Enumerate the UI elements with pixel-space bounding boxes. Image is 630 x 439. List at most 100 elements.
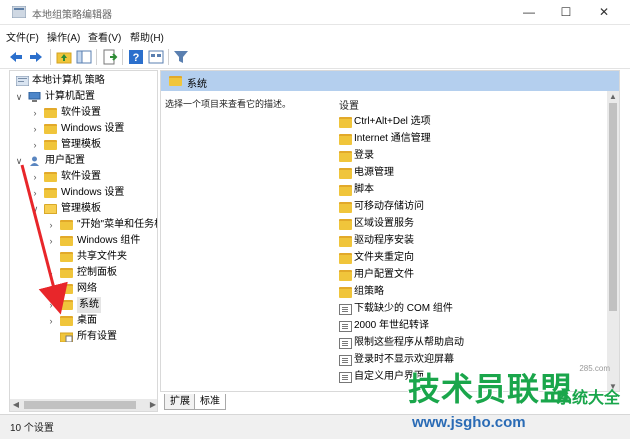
toolbar-separator <box>50 49 51 65</box>
close-button[interactable]: ✕ <box>586 0 622 25</box>
view-tabs: 扩展 标准 <box>160 394 620 412</box>
menu-help[interactable]: 帮助(H) <box>130 29 164 44</box>
expand-arrow-icon[interactable]: › <box>30 169 40 185</box>
export-list-icon[interactable] <box>102 49 118 65</box>
folder-icon <box>339 236 352 247</box>
expand-arrow-icon[interactable]: › <box>46 297 56 313</box>
details-header: 系统 <box>161 71 619 91</box>
show-hide-tree-icon[interactable] <box>76 49 92 65</box>
setting-label: Ctrl+Alt+Del 选项 <box>354 116 431 127</box>
tree-item-label: 软件设置 <box>61 107 101 118</box>
forward-arrow-icon[interactable] <box>28 49 44 65</box>
setting-label: 下载缺少的 COM 组件 <box>354 303 453 314</box>
setting-label: 自定义用户界面 <box>354 371 424 382</box>
policy-setting-icon <box>339 355 352 366</box>
computer-config-icon <box>28 92 41 102</box>
scrollbar-thumb[interactable] <box>609 103 617 311</box>
policy-computer-icon <box>16 76 29 86</box>
properties-view-icon[interactable] <box>148 49 164 65</box>
expand-arrow-icon[interactable]: › <box>30 121 40 137</box>
folder-icon <box>44 188 57 198</box>
setting-label: 登录 <box>354 150 374 161</box>
minimize-button[interactable]: — <box>511 0 547 25</box>
tree-item-label: 共享文件夹 <box>77 251 127 262</box>
menu-file[interactable]: 文件(F) <box>6 29 39 44</box>
expand-arrow-icon[interactable]: › <box>30 105 40 121</box>
scroll-right-arrow-icon[interactable]: ▶ <box>147 399 157 411</box>
folder-icon <box>60 220 73 230</box>
folder-icon <box>339 253 352 264</box>
folder-icon <box>169 76 182 86</box>
app-icon <box>12 6 26 18</box>
window-title: 本地组策略编辑器 <box>32 10 112 21</box>
tree-item-label: 控制面板 <box>77 267 117 278</box>
tree-item-label: 本地计算机 策略 <box>32 75 105 86</box>
expand-arrow-icon[interactable]: › <box>46 265 56 281</box>
tree-item-label: 计算机配置 <box>45 91 95 102</box>
tree-item-label: "开始"菜单和任务栏 <box>77 219 158 230</box>
folder-icon <box>339 134 352 145</box>
tree-item-label: Windows 组件 <box>77 235 141 246</box>
collapse-arrow-icon[interactable]: ∨ <box>14 153 24 169</box>
folder-icon <box>60 268 73 278</box>
folder-icon <box>60 300 73 310</box>
setting-label: 登录时不显示欢迎屏幕 <box>354 354 454 365</box>
expand-arrow-icon[interactable]: › <box>46 217 56 233</box>
collapse-arrow-icon[interactable]: ∨ <box>30 201 40 217</box>
scroll-down-arrow-icon[interactable]: ▼ <box>607 381 619 391</box>
tree-item-label: Windows 设置 <box>61 123 125 134</box>
tab-standard[interactable]: 标准 <box>194 394 226 410</box>
folder-icon <box>60 316 73 326</box>
menu-action[interactable]: 操作(A) <box>47 29 80 44</box>
tree-item-label: 软件设置 <box>61 171 101 182</box>
setting-label: 用户配置文件 <box>354 269 414 280</box>
folder-icon <box>44 124 57 134</box>
status-bar: 10 个设置 <box>0 414 630 439</box>
user-config-icon <box>30 156 39 166</box>
tree-horizontal-scrollbar[interactable]: ◀ ▶ <box>10 399 157 411</box>
policy-setting-icon <box>339 321 352 332</box>
folder-icon <box>339 287 352 298</box>
folder-icon <box>339 185 352 196</box>
setting-label: 可移动存储访问 <box>354 201 424 212</box>
back-arrow-icon[interactable] <box>8 49 24 65</box>
setting-label: 驱动程序安装 <box>354 235 414 246</box>
expand-arrow-icon[interactable]: › <box>46 281 56 297</box>
expand-arrow-icon[interactable]: › <box>46 313 56 329</box>
description-text: 选择一个项目来查看它的描述。 <box>165 99 292 109</box>
folder-icon <box>339 270 352 281</box>
details-pane[interactable]: 系统 选择一个项目来查看它的描述。 设置 Ctrl+Alt+Del 选项 Int… <box>160 70 620 392</box>
folder-icon <box>339 219 352 230</box>
setting-label: 区域设置服务 <box>354 218 414 229</box>
help-icon[interactable]: ? <box>128 49 144 65</box>
up-folder-icon[interactable] <box>56 49 72 65</box>
status-text: 10 个设置 <box>10 423 54 434</box>
folder-icon <box>60 236 73 246</box>
tree-pane[interactable]: 本地计算机 策略 ∨ 计算机配置 › 软件设置 › Windows 设置 › 管… <box>9 70 158 412</box>
policy-setting-icon <box>339 372 352 383</box>
collapse-arrow-icon[interactable]: ∨ <box>14 89 24 105</box>
setting-label: 电源管理 <box>354 167 394 178</box>
menu-bar: 文件(F) 操作(A) 查看(V) 帮助(H) <box>0 26 630 44</box>
all-settings-folder-icon <box>60 332 73 342</box>
scroll-left-arrow-icon[interactable]: ◀ <box>10 399 22 411</box>
expand-arrow-icon[interactable]: › <box>30 137 40 153</box>
folder-icon <box>44 140 57 150</box>
details-vertical-scrollbar[interactable]: ▲ ▼ <box>607 91 619 391</box>
menu-view[interactable]: 查看(V) <box>88 29 121 44</box>
tab-extended[interactable]: 扩展 <box>164 394 196 410</box>
folder-icon <box>339 168 352 179</box>
column-header-setting[interactable]: 设置 <box>339 97 359 112</box>
svg-text:?: ? <box>133 52 140 64</box>
filter-icon[interactable] <box>173 49 189 65</box>
scrollbar-thumb[interactable] <box>24 401 136 409</box>
tree-item-label: 管理模板 <box>61 139 101 150</box>
expand-arrow-icon[interactable]: › <box>46 233 56 249</box>
toolbar-separator <box>168 49 169 65</box>
setting-label: 脚本 <box>354 184 374 195</box>
maximize-button[interactable]: ☐ <box>548 0 584 25</box>
expand-arrow-icon[interactable]: › <box>30 185 40 201</box>
details-title: 系统 <box>187 79 207 90</box>
scroll-up-arrow-icon[interactable]: ▲ <box>607 91 619 103</box>
toolbar-separator <box>96 49 97 65</box>
